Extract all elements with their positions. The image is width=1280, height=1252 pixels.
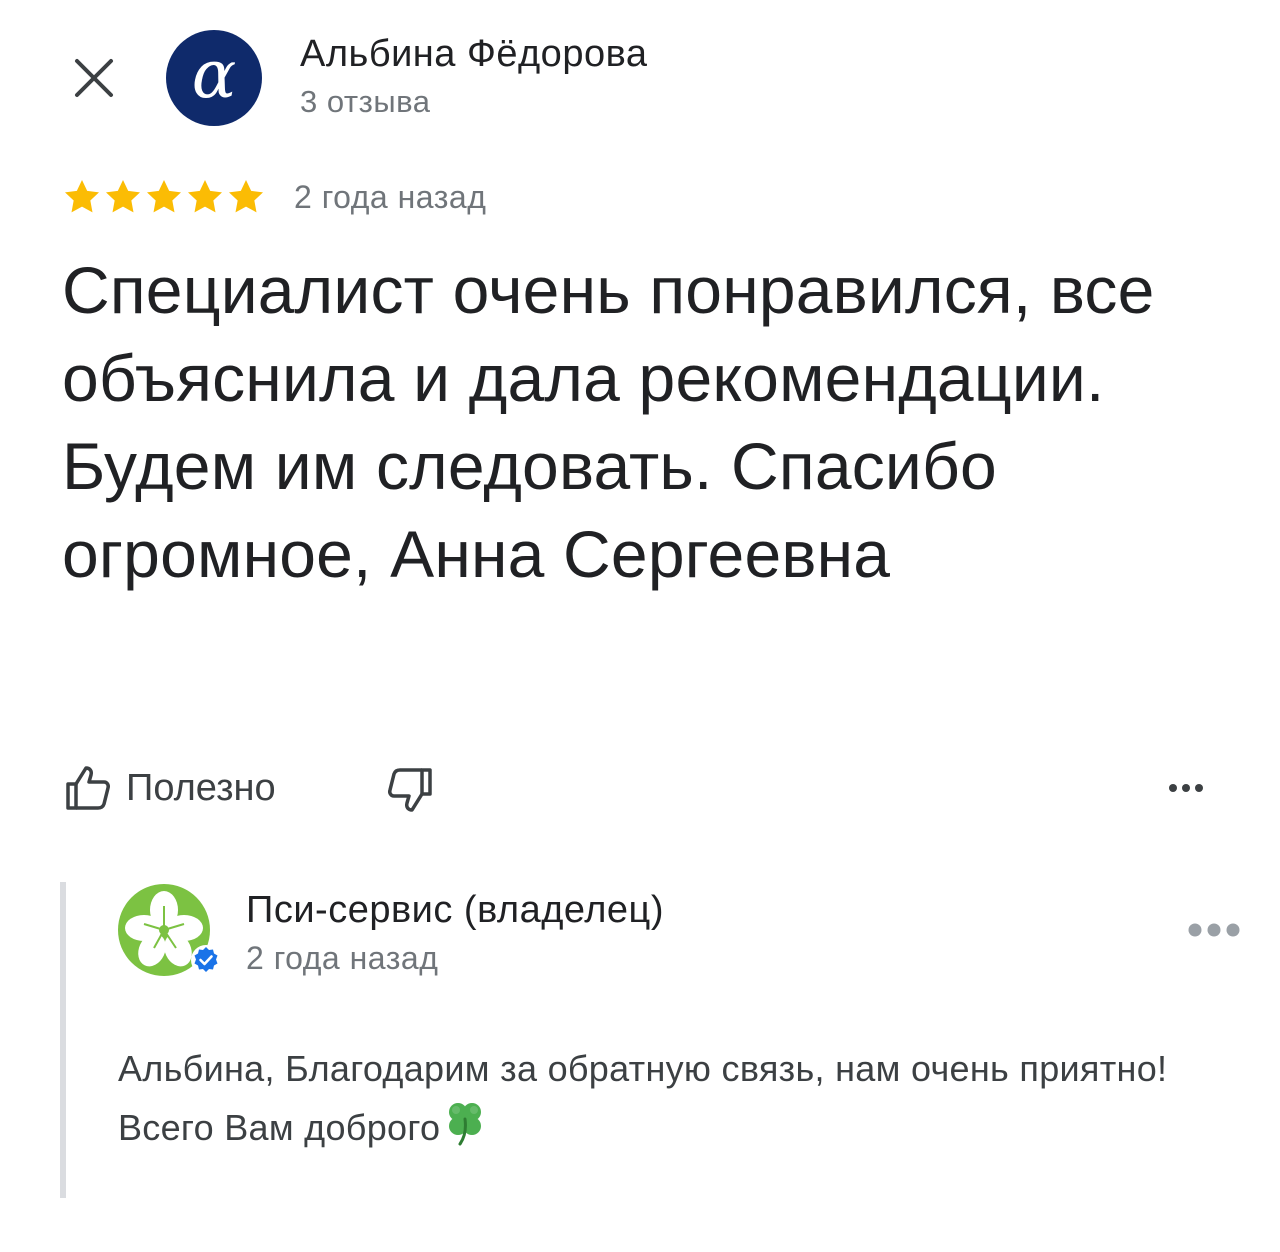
helpful-button[interactable]: Полезно: [62, 760, 276, 816]
owner-reply-text: Альбина, Благодарим за обратную связь, н…: [118, 1040, 1218, 1157]
review-more-button[interactable]: [1166, 776, 1206, 800]
reply-more-button[interactable]: [1186, 918, 1242, 942]
author-name[interactable]: Альбина Фёдорова: [300, 32, 647, 76]
author-review-count: 3 отзыва: [300, 84, 431, 119]
star-icon: [188, 180, 222, 213]
thumb-down-icon: [388, 768, 432, 812]
avatar-letter: α: [191, 36, 237, 113]
star-icon: [229, 180, 263, 213]
close-button[interactable]: [72, 56, 116, 100]
more-horizontal-icon: [1188, 923, 1240, 937]
thumb-up-icon: [66, 766, 110, 810]
helpful-label: Полезно: [126, 767, 276, 809]
four-leaf-clover-icon: [449, 1103, 482, 1146]
more-horizontal-icon: [1169, 784, 1203, 792]
owner-name[interactable]: Пси-сервис (владелец): [246, 888, 664, 932]
avatar[interactable]: α: [166, 30, 262, 126]
star-icon: [65, 180, 99, 213]
star-rating: [62, 177, 266, 217]
close-icon: [75, 59, 113, 97]
star-icon: [147, 180, 181, 213]
review-date: 2 года назад: [294, 179, 487, 215]
owner-reply-message: Альбина, Благодарим за обратную связь, н…: [118, 1048, 1168, 1148]
owner-reply-date: 2 года назад: [246, 940, 439, 976]
star-icon: [106, 180, 140, 213]
verified-icon: [191, 945, 221, 975]
not-helpful-button[interactable]: [384, 764, 436, 816]
review-text: Специалист очень понравился, все объясни…: [62, 253, 1155, 591]
owner-reply: Пси-сервис (владелец) 2 года назад Альби…: [60, 882, 1256, 1198]
